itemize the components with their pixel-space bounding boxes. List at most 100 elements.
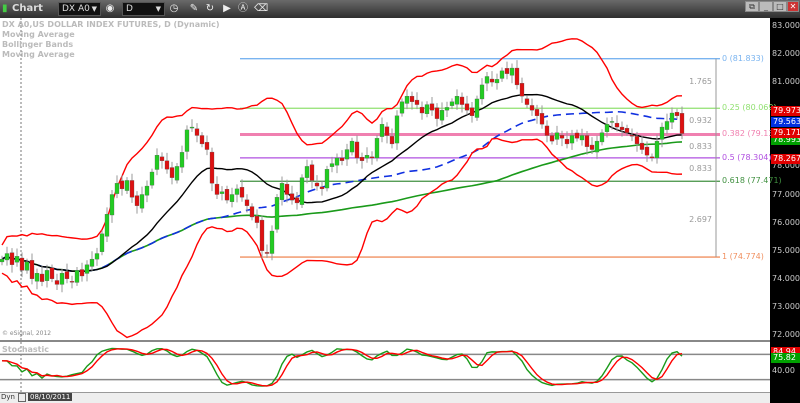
price-axis-label: 81.000 [772,77,800,87]
candle [304,166,310,178]
candle [9,252,15,265]
toolbar: ▮ Chart DX A0 ▼ ◉ D ▼ ◷ ✎ ↻ ▶ Ⓐ ⌫ ⧉ _ □ ✕ [0,0,800,18]
candle [424,104,430,115]
candle [569,135,575,144]
candle [244,199,250,206]
fib-ratio-label: 0.833 [689,164,712,174]
stochastic-pane [0,340,770,392]
candle [664,121,670,130]
candle [434,107,440,119]
candle [624,128,630,133]
candle [519,83,525,97]
price-axis-label: 77.000 [772,189,800,199]
candle [139,194,145,209]
legend-moving-average: Moving Average [2,30,75,39]
candle [29,260,35,279]
candle [399,101,405,114]
candle [604,124,610,132]
candle [334,157,340,166]
candle [174,166,180,181]
candle [574,132,580,139]
candle [19,257,25,271]
candle [249,206,255,218]
candle [74,270,80,283]
candle [299,177,305,205]
candle [224,189,230,201]
candle [459,96,465,105]
candle [414,99,420,105]
alert-icon[interactable]: Ⓐ [237,3,249,15]
chart-legend-title: DX A0,US DOLLAR INDEX FUTURES, D (Dynami… [2,20,220,29]
candle [279,183,285,200]
play-icon[interactable]: ▶ [221,3,233,15]
candle [444,107,450,111]
candle [484,76,490,84]
legend-bollinger-bands: Bollinger Bands [2,40,74,49]
maximize-button[interactable]: □ [773,1,787,12]
candle [104,214,110,237]
price-axis-label: 76.000 [772,217,800,227]
candle [199,135,205,145]
pencil-icon[interactable]: ✎ [188,3,200,15]
symbol-dropdown[interactable]: DX A0 ▼ [58,2,101,16]
candle [149,171,155,186]
candle [314,182,320,187]
chevron-down-icon: ▼ [91,5,97,13]
candle [359,156,365,161]
symbol-link-icon[interactable]: ◉ [104,3,116,15]
candle [634,136,640,145]
price-chart[interactable] [0,0,800,403]
candle [54,280,60,285]
candle [619,126,625,131]
candle [644,146,650,156]
candle [379,124,385,137]
fib-level-label: 0.618 (77.471) [722,176,782,186]
candle [419,106,425,114]
candle [324,169,330,189]
candle [369,156,375,159]
chart-icon: ▮ [2,3,8,14]
price-axis[interactable] [770,18,800,403]
candle [159,156,165,161]
candle [429,103,435,111]
candle [284,183,290,195]
candle [94,253,100,260]
candle [254,215,260,223]
start-date: 08/10/2011 [28,393,73,401]
candle [649,156,655,159]
candle [129,180,135,198]
price-tag: 79.973 [771,105,800,116]
time-axis[interactable] [0,392,770,403]
candle [524,98,530,105]
candle [219,191,225,194]
candle [319,186,325,190]
candle [559,135,565,139]
candle [404,96,410,104]
lock-icon[interactable] [18,393,26,402]
candle [499,70,505,79]
refresh-icon[interactable]: ↻ [204,3,216,15]
fib-ratio-label: 2.697 [689,214,712,224]
interval-value: D [126,4,133,14]
candle [179,152,185,168]
candle [514,67,520,86]
clock-icon[interactable]: ◷ [168,3,180,15]
candle [549,135,555,142]
close-button[interactable]: ✕ [787,1,799,12]
candle [374,138,380,159]
interval-dropdown[interactable]: D ▼ [122,2,165,16]
candle [189,126,195,129]
fib-level-label: 1 (74.774) [722,252,764,262]
candle [449,101,455,106]
restore-button[interactable]: ⧉ [745,1,759,12]
price-tag: 79.171 [771,128,800,139]
chevron-down-icon: ▼ [155,5,161,13]
candle [469,107,475,116]
candle [259,219,265,251]
candle [394,115,400,144]
candle [309,164,315,181]
eraser-icon[interactable]: ⌫ [254,3,268,15]
candle [164,160,170,170]
candle [589,144,595,150]
minimize-button[interactable]: _ [759,1,773,12]
